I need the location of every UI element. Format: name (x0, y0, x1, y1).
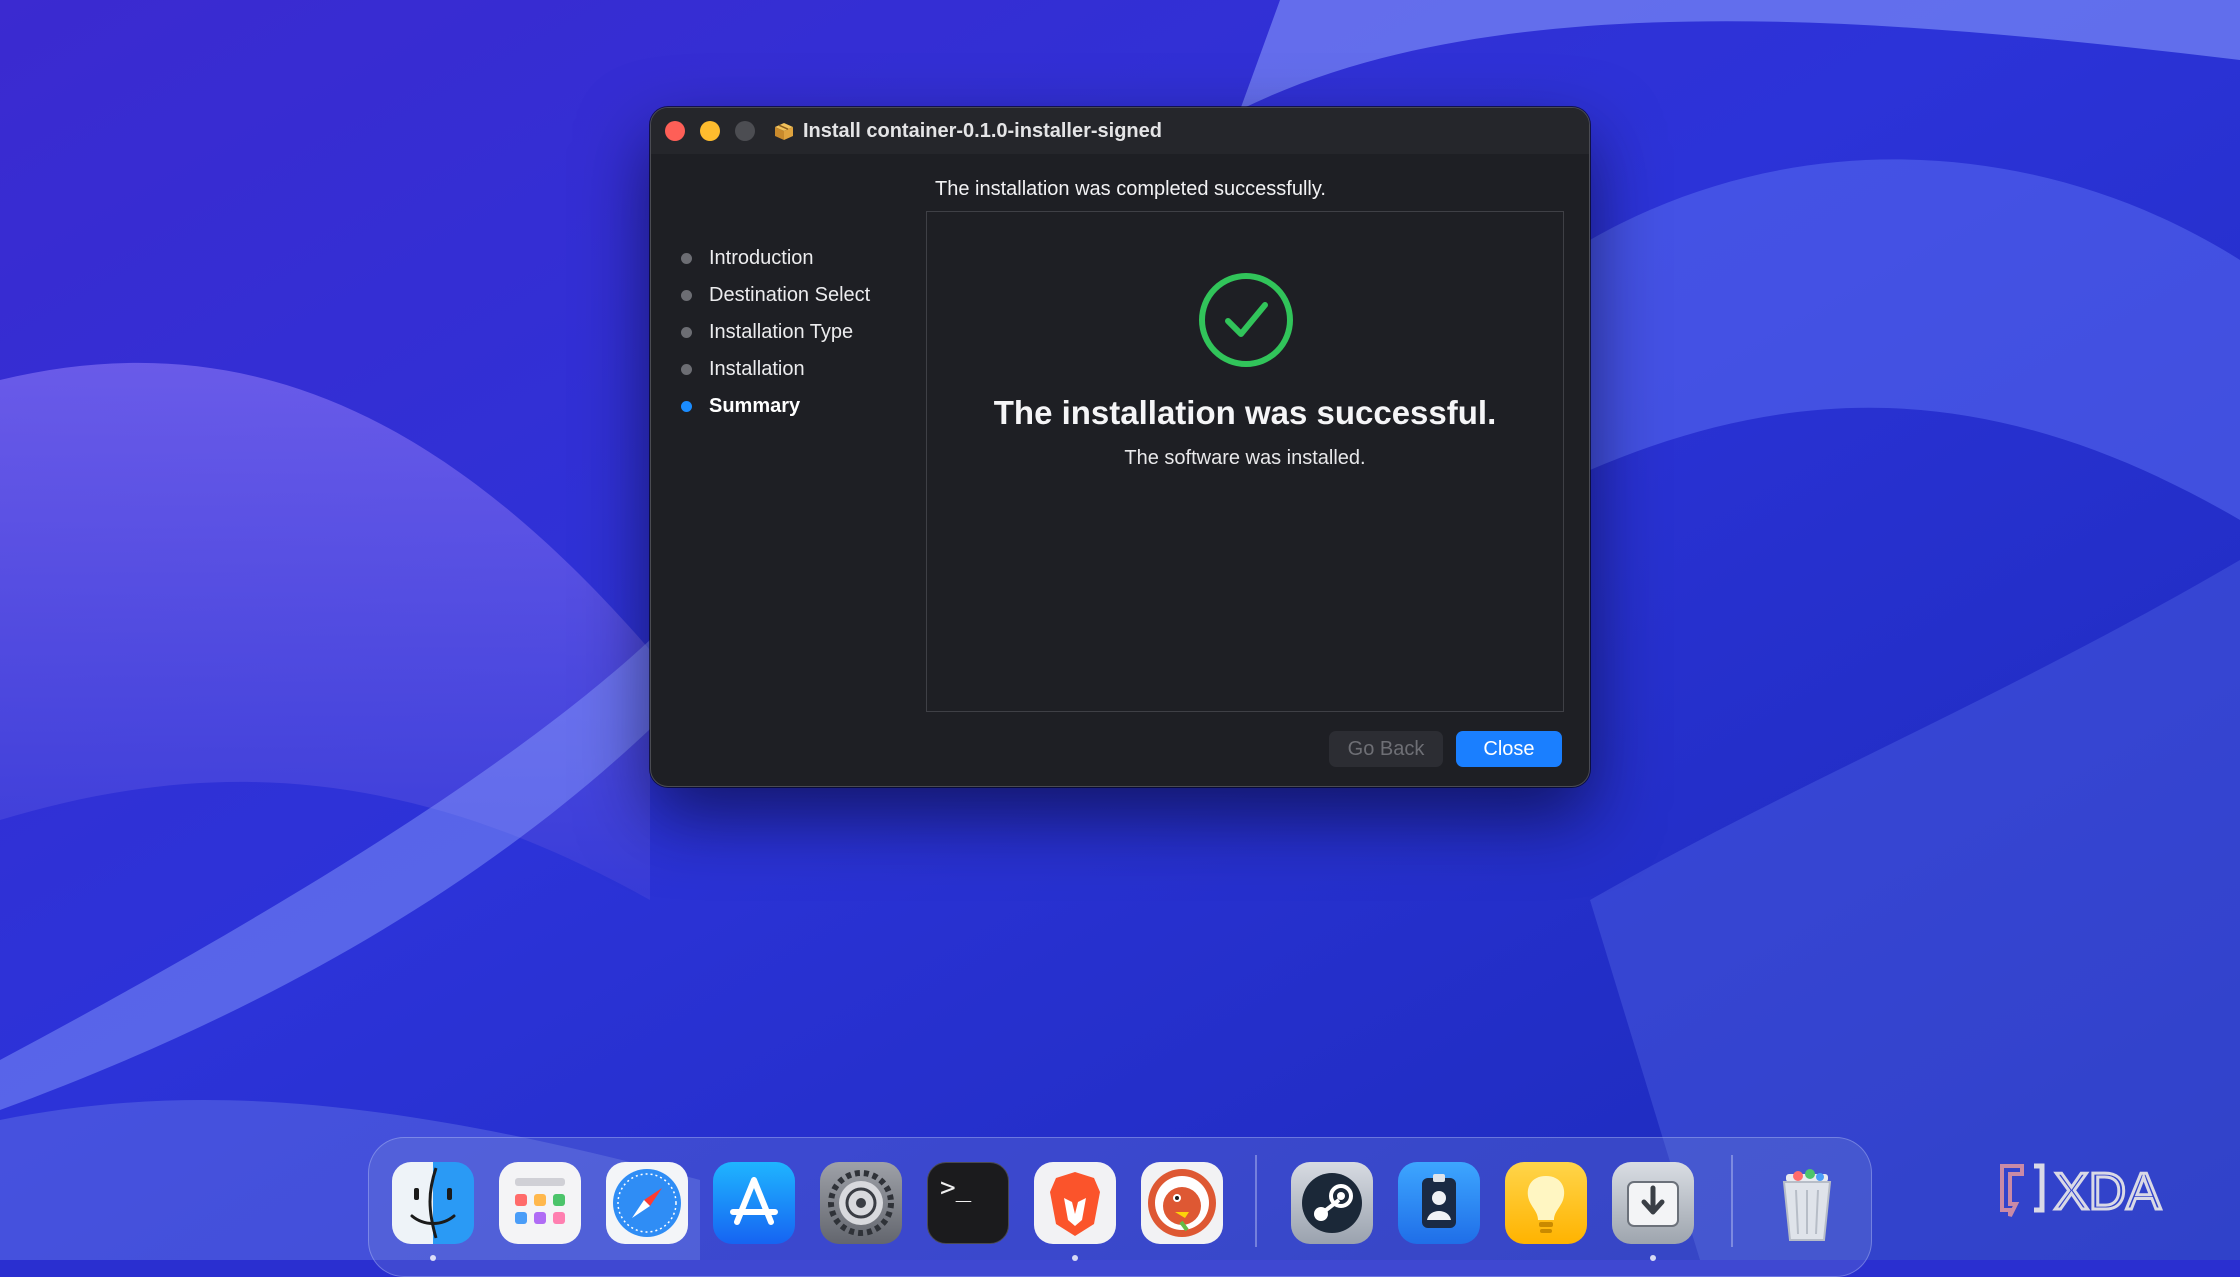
completion-heading: The installation was completed successfu… (935, 178, 1326, 200)
dock-launchpad[interactable] (499, 1162, 581, 1244)
watermark-text: XDA (2054, 1163, 2161, 1221)
running-indicator (1650, 1255, 1656, 1261)
step-introduction: Introduction (679, 240, 870, 277)
safari-icon (613, 1169, 681, 1237)
step-label: Summary (709, 395, 801, 417)
dock-terminal[interactable]: >_ (927, 1162, 1009, 1244)
step-label: Installation (709, 358, 805, 380)
dock-system-settings[interactable] (820, 1162, 902, 1244)
step-label: Installation Type (709, 321, 854, 343)
step-installation: Installation (679, 351, 870, 388)
running-indicator (430, 1255, 436, 1261)
dock-steam[interactable] (1291, 1162, 1373, 1244)
close-button[interactable]: Close (1456, 731, 1562, 767)
duckduckgo-icon (1148, 1169, 1216, 1237)
dock-safari[interactable] (606, 1162, 688, 1244)
step-dot (681, 253, 692, 264)
brave-icon (1050, 1172, 1100, 1236)
package-icon (775, 123, 793, 140)
dock-tips[interactable] (1505, 1162, 1587, 1244)
title-bar[interactable]: Install container-0.1.0-installer-signed (651, 108, 1589, 154)
step-destination-select: Destination Select (679, 277, 870, 314)
xda-logo-icon: XDA (2000, 1162, 2163, 1223)
window-title-text: Install container-0.1.0-installer-signed (803, 119, 1162, 142)
step-dot (681, 290, 692, 301)
finder-icon (410, 1167, 456, 1239)
minimize-window-button[interactable] (700, 121, 720, 141)
step-label: Introduction (709, 247, 814, 269)
lightbulb-icon (1527, 1176, 1565, 1233)
dock-app-store[interactable] (713, 1162, 795, 1244)
dock-installer[interactable] (1612, 1162, 1694, 1244)
window-title: Install container-0.1.0-installer-signed (773, 118, 1162, 144)
id-badge-icon (1422, 1174, 1456, 1228)
dock-trash[interactable] (1766, 1162, 1848, 1244)
result-subtitle: The software was installed. (1124, 447, 1366, 469)
go-back-button[interactable]: Go Back (1329, 731, 1443, 767)
summary-panel: The installation was successful. The sof… (926, 211, 1564, 712)
installer-steps: Introduction Destination Select Installa… (679, 240, 870, 425)
launchpad-icon (515, 1178, 565, 1224)
step-installation-type: Installation Type (679, 314, 870, 351)
dock-separator (1255, 1155, 1257, 1247)
system-settings-icon (828, 1170, 894, 1236)
step-dot (681, 327, 692, 338)
terminal-icon: >_ (940, 1173, 972, 1203)
dock-badge-app[interactable] (1398, 1162, 1480, 1244)
app-store-icon (730, 1177, 778, 1225)
dock-finder[interactable] (392, 1162, 474, 1244)
steam-icon (1302, 1173, 1362, 1233)
zoom-window-button (735, 121, 755, 141)
dock-brave[interactable] (1034, 1162, 1116, 1244)
running-indicator (1072, 1255, 1078, 1261)
trash-icon (1782, 1169, 1832, 1241)
step-summary: Summary (679, 388, 870, 425)
step-dot (681, 364, 692, 375)
step-label: Destination Select (709, 284, 871, 306)
step-dot-active (681, 401, 692, 412)
dock-separator (1731, 1155, 1733, 1247)
close-window-button[interactable] (665, 121, 685, 141)
xda-watermark: XDA (1996, 1154, 2206, 1224)
installer-icon (1627, 1181, 1679, 1227)
result-title: The installation was successful. (993, 394, 1497, 431)
dock-duckduckgo[interactable] (1141, 1162, 1223, 1244)
installer-window: Install container-0.1.0-installer-signed… (650, 107, 1590, 787)
success-checkmark-icon (1199, 273, 1293, 367)
